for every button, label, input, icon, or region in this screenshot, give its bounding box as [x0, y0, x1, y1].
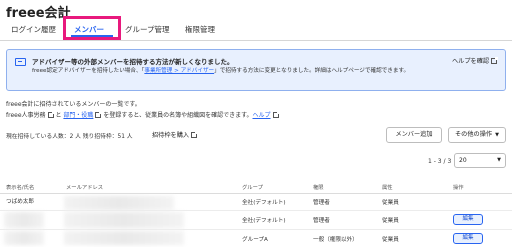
- chevron-down-icon: ▼: [497, 157, 501, 163]
- notice-title: アドバイザー等の外部メンバーを招待する方法が新しくなりました。: [32, 58, 234, 66]
- edit-button[interactable]: 編集: [453, 233, 483, 244]
- help-check-link[interactable]: ヘルプを確認: [452, 56, 499, 65]
- app-title: freee会計: [6, 6, 71, 21]
- help-link[interactable]: ヘルプ: [253, 112, 271, 119]
- member-role: 一般（権限以外）: [313, 237, 358, 243]
- external-link-icon: [272, 111, 280, 118]
- redacted-email: [64, 196, 174, 210]
- advisor-settings-link[interactable]: 事業所管理 > アドバイザー: [144, 68, 214, 74]
- department-link[interactable]: 部門・役職: [63, 112, 93, 119]
- member-group: 全社(デフォルト): [242, 218, 286, 224]
- add-member-button[interactable]: メンバー追加: [386, 127, 442, 143]
- member-name: つばめ太郎: [6, 199, 34, 205]
- per-page-select[interactable]: 20 ▼: [454, 153, 506, 168]
- tab-login-history[interactable]: ログイン履歴: [11, 24, 56, 35]
- redacted-name: [4, 212, 44, 228]
- external-link-icon: [95, 111, 103, 118]
- member-attribute: 従業員: [382, 200, 399, 206]
- member-attribute: 従業員: [382, 237, 399, 243]
- member-group: グループA: [242, 237, 268, 243]
- tab-divider: [0, 40, 512, 41]
- notice-banner: アドバイザー等の外部メンバーを招待する方法が新しくなりました。 freee認定ア…: [6, 49, 506, 91]
- external-link-icon: [191, 131, 199, 138]
- other-operations-button[interactable]: その他の操作 ▼: [448, 127, 506, 143]
- description-line-2: freee人事労務 と 部門・役職 を登録すると、従業員の名簿や組織図を確認でき…: [6, 110, 280, 119]
- tab-group-management[interactable]: グループ管理: [125, 24, 170, 35]
- external-link-icon: [491, 57, 499, 64]
- buy-invite-slots-link[interactable]: 招待枠を購入: [152, 130, 199, 139]
- column-header-group: グループ: [242, 185, 263, 191]
- column-header-attribute: 属性: [382, 185, 393, 191]
- column-header-name: 表示名/氏名: [6, 185, 35, 191]
- redacted-email: [64, 231, 184, 245]
- member-group: 全社(デフォルト): [242, 200, 286, 206]
- table-header-divider: [0, 193, 512, 194]
- pagination-range: 1 - 3 / 3: [428, 158, 452, 165]
- chevron-down-icon: ▼: [495, 132, 499, 138]
- redacted-name: [4, 231, 44, 245]
- invite-counts: 現在招待している人数：2 人 残り招待枠：51 人: [6, 134, 133, 140]
- description-line-1: freee会計に招待されているメンバーの一覧です。: [6, 101, 141, 108]
- tab-members[interactable]: メンバー: [74, 24, 104, 35]
- column-header-role: 権限: [313, 185, 324, 191]
- member-role: 管理者: [313, 200, 330, 206]
- notice-icon: [15, 58, 26, 66]
- row-divider: [0, 210, 512, 211]
- tab-active-indicator: [71, 35, 113, 37]
- row-divider: [0, 229, 512, 230]
- member-role: 管理者: [313, 218, 330, 224]
- redacted-email: [64, 212, 184, 228]
- member-attribute: 従業員: [382, 218, 399, 224]
- edit-button[interactable]: 編集: [453, 214, 483, 225]
- notice-body: freee認定アドバイザーを招待したい場合、「事業所管理 > アドバイザー」で招…: [32, 68, 410, 74]
- column-header-actions: 操作: [453, 185, 464, 191]
- external-link-icon: [47, 111, 55, 118]
- tab-permission-management[interactable]: 権限管理: [185, 24, 215, 35]
- column-header-email: メールアドレス: [66, 185, 104, 191]
